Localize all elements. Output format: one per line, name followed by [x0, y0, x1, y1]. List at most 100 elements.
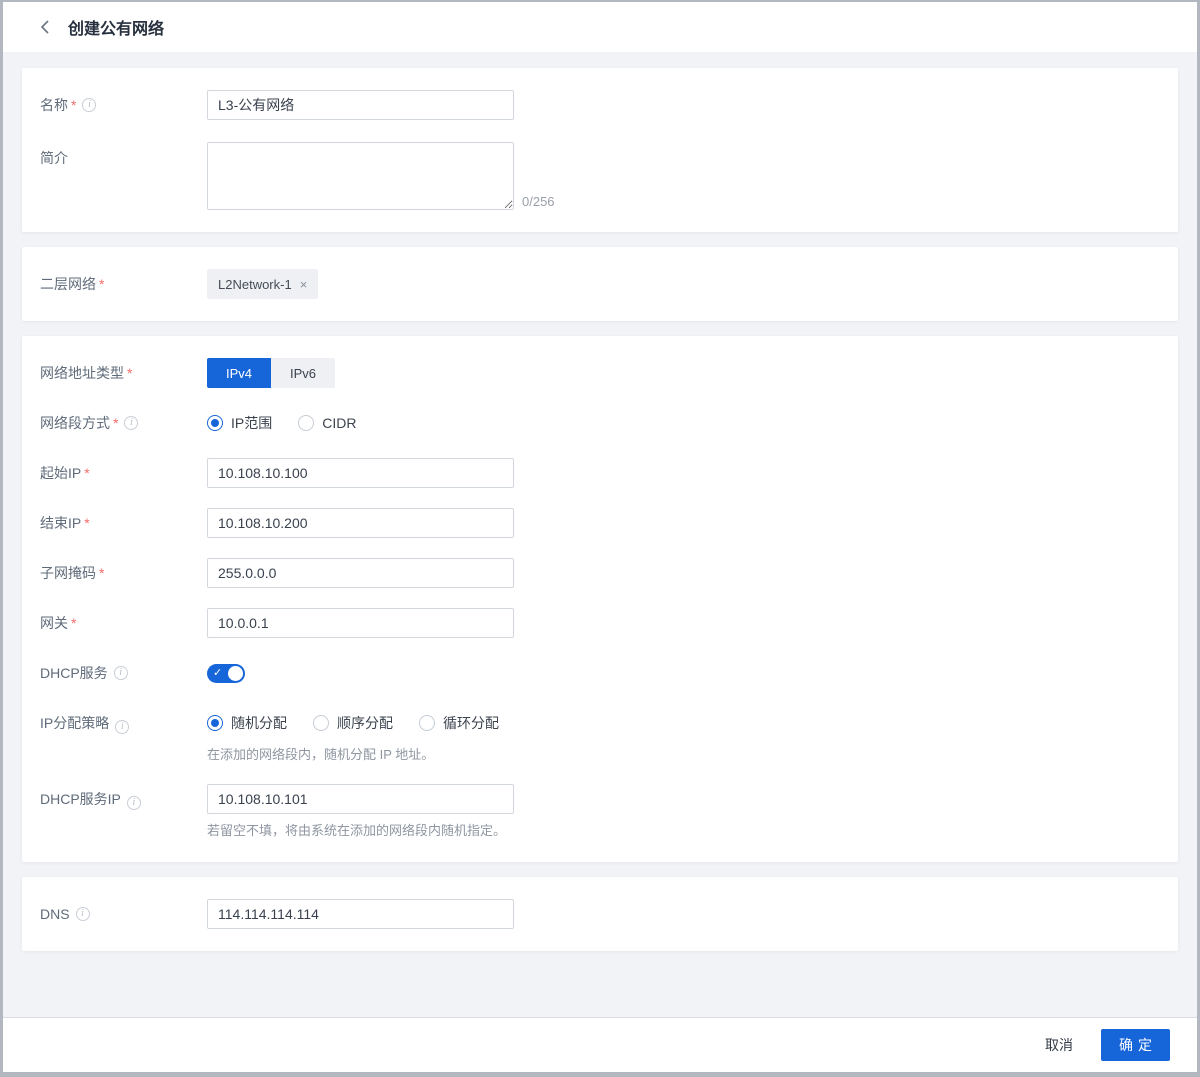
row-dns: DNS i	[40, 899, 1160, 929]
alloc-label-group: IP分配策略 i	[40, 708, 207, 738]
radio-icon	[207, 715, 223, 731]
start-ip-label: 起始IP	[40, 465, 82, 481]
radio-icon	[313, 715, 329, 731]
row-alloc-policy: IP分配策略 i 随机分配 顺序分配 循环分配 在添加的网络段内，随机分配 IP…	[40, 708, 1160, 764]
radio-label: IP范围	[231, 415, 273, 431]
alloc-label: IP分配策略	[40, 715, 110, 731]
row-dhcp: DHCP服务 i ✓	[40, 658, 1160, 688]
end-ip-input[interactable]	[207, 508, 514, 538]
ipv4-button[interactable]: IPv4	[207, 358, 271, 388]
required-marker: *	[84, 465, 90, 481]
l2-label-group: 二层网络 *	[40, 269, 207, 299]
footer-actions: 取消 确定	[3, 1017, 1197, 1072]
confirm-button[interactable]: 确定	[1101, 1029, 1170, 1061]
radio-label: 顺序分配	[337, 715, 393, 731]
radio-icon	[419, 715, 435, 731]
required-marker: *	[71, 97, 77, 113]
info-icon[interactable]: i	[126, 796, 141, 810]
dhcp-ip-controls: 若留空不填，将由系统在添加的网络段内随机指定。	[207, 784, 514, 840]
page-title: 创建公有网络	[68, 21, 165, 38]
end-ip-label-group: 结束IP *	[40, 508, 207, 538]
required-marker: *	[127, 365, 133, 381]
dhcp-label-group: DHCP服务 i	[40, 658, 207, 688]
gateway-input[interactable]	[207, 608, 514, 638]
row-start-ip: 起始IP *	[40, 458, 1160, 488]
netmask-input[interactable]	[207, 558, 514, 588]
card-dns: DNS i	[22, 877, 1178, 951]
ipv6-button[interactable]: IPv6	[271, 358, 335, 388]
radio-random-alloc[interactable]: 随机分配	[207, 713, 287, 733]
end-ip-label: 结束IP	[40, 515, 82, 531]
dns-label-group: DNS i	[40, 899, 207, 929]
l2-network-tag-text: L2Network-1	[218, 276, 292, 292]
description-wrap: 0/256	[207, 142, 555, 210]
radio-ip-range[interactable]: IP范围	[207, 413, 272, 433]
back-button[interactable]	[39, 19, 50, 35]
dhcp-ip-input[interactable]	[207, 784, 514, 814]
dhcp-label: DHCP服务	[40, 665, 108, 681]
dhcp-ip-label-group: DHCP服务IP i	[40, 784, 207, 814]
radio-roundrobin-alloc[interactable]: 循环分配	[419, 713, 499, 733]
start-ip-input[interactable]	[207, 458, 514, 488]
name-input[interactable]	[207, 90, 514, 120]
radio-label: 循环分配	[443, 715, 499, 731]
row-dhcp-ip: DHCP服务IP i 若留空不填，将由系统在添加的网络段内随机指定。	[40, 784, 1160, 840]
tag-remove-icon[interactable]: ×	[300, 278, 308, 291]
card-basic-info: 名称 * i 简介 0/256	[22, 68, 1178, 232]
dns-label: DNS	[40, 906, 70, 922]
radio-icon	[207, 415, 223, 431]
row-netmask: 子网掩码 *	[40, 558, 1160, 588]
radio-icon	[298, 415, 315, 431]
info-icon[interactable]: i	[124, 416, 139, 430]
description-label-group: 简介	[40, 142, 207, 168]
l2-label: 二层网络	[40, 276, 96, 292]
gateway-label-group: 网关 *	[40, 608, 207, 638]
alloc-radios: 随机分配 顺序分配 循环分配	[207, 708, 499, 738]
segment-mode-label-group: 网络段方式 * i	[40, 408, 207, 438]
name-label: 名称	[40, 97, 68, 113]
l2-network-tag[interactable]: L2Network-1 ×	[207, 269, 319, 299]
dhcp-toggle[interactable]: ✓	[207, 663, 245, 683]
row-ip-version: 网络地址类型 * IPv4 IPv6	[40, 358, 1160, 388]
radio-sequential-alloc[interactable]: 顺序分配	[313, 713, 393, 733]
segment-mode-label: 网络段方式	[40, 415, 110, 431]
radio-label: CIDR	[322, 415, 357, 431]
netmask-label-group: 子网掩码 *	[40, 558, 207, 588]
required-marker: *	[84, 515, 90, 531]
description-label: 简介	[40, 150, 68, 166]
required-marker: *	[71, 615, 77, 631]
description-textarea[interactable]	[207, 142, 514, 210]
row-end-ip: 结束IP *	[40, 508, 1160, 538]
row-gateway: 网关 *	[40, 608, 1160, 638]
start-ip-label-group: 起始IP *	[40, 458, 207, 488]
row-segment-mode: 网络段方式 * i IP范围 CIDR	[40, 408, 1160, 438]
info-icon[interactable]: i	[82, 98, 97, 112]
required-marker: *	[99, 276, 105, 292]
info-icon[interactable]: i	[113, 666, 128, 680]
card-network-settings: 网络地址类型 * IPv4 IPv6 网络段方式 * i IP范围 CIDR 起…	[22, 336, 1178, 862]
alloc-hint: 在添加的网络段内，随机分配 IP 地址。	[207, 747, 435, 762]
alloc-controls: 随机分配 顺序分配 循环分配 在添加的网络段内，随机分配 IP 地址。	[207, 708, 499, 764]
dns-input[interactable]	[207, 899, 514, 929]
create-public-network-page: 创建公有网络 名称 * i 简介 0/256	[0, 0, 1200, 1077]
ip-version-label-group: 网络地址类型 *	[40, 358, 207, 388]
toggle-knob	[228, 665, 243, 681]
info-icon[interactable]: i	[75, 907, 90, 921]
dhcp-ip-hint: 若留空不填，将由系统在添加的网络段内随机指定。	[207, 823, 507, 838]
ip-version-label: 网络地址类型	[40, 365, 124, 381]
dhcp-ip-label: DHCP服务IP	[40, 791, 121, 807]
form-content: 名称 * i 简介 0/256 二层网络 *	[3, 52, 1197, 951]
cancel-button[interactable]: 取消	[1035, 1029, 1083, 1061]
ip-version-segmented: IPv4 IPv6	[207, 358, 335, 388]
info-icon[interactable]: i	[115, 720, 130, 734]
card-l2-network: 二层网络 * L2Network-1 ×	[22, 247, 1178, 321]
segment-mode-radios: IP范围 CIDR	[207, 413, 356, 433]
required-marker: *	[99, 565, 105, 581]
row-description: 简介 0/256	[40, 142, 1160, 210]
name-label-group: 名称 * i	[40, 90, 207, 120]
row-l2-network: 二层网络 * L2Network-1 ×	[40, 269, 1160, 299]
char-counter: 0/256	[522, 194, 555, 209]
radio-cidr[interactable]: CIDR	[298, 415, 356, 431]
netmask-label: 子网掩码	[40, 565, 96, 581]
row-name: 名称 * i	[40, 90, 1160, 120]
